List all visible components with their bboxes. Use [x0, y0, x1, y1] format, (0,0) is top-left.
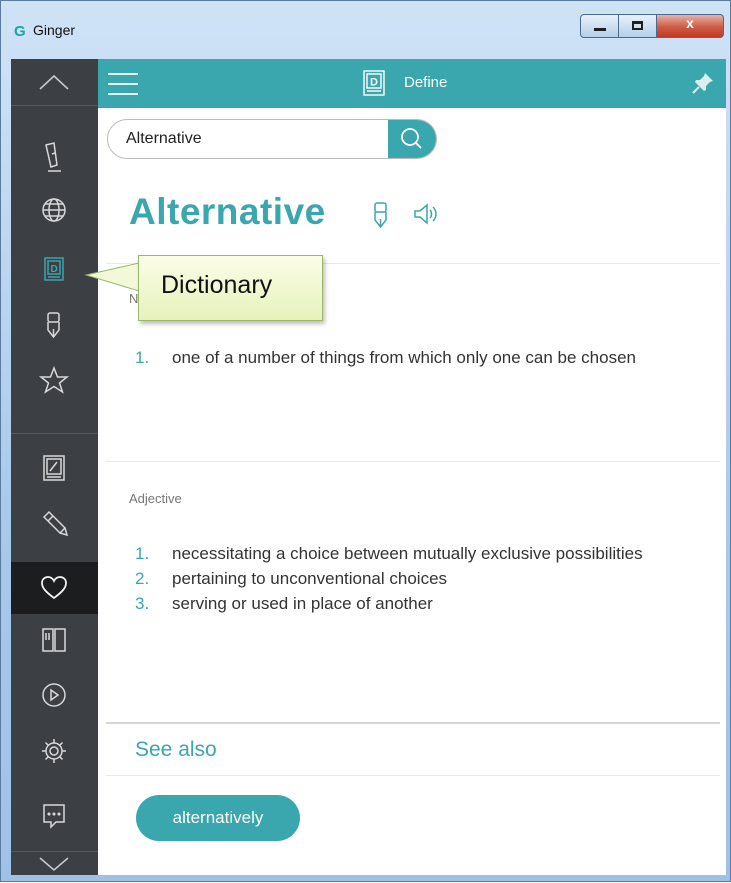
globe-icon	[42, 198, 66, 222]
definition-item: 2. pertaining to unconventional choices	[135, 569, 448, 588]
maximize-icon	[632, 21, 643, 30]
chat-icon	[43, 804, 65, 829]
sidebar-item-writing[interactable]	[11, 301, 98, 353]
search-box	[107, 119, 437, 159]
fountain-pen-icon	[47, 312, 60, 339]
main-panel: D Define Alternative Noun 1.one of a	[98, 59, 726, 875]
divider	[106, 461, 720, 462]
sidebar-item-book[interactable]	[11, 615, 98, 667]
title-bar[interactable]: G Ginger x	[1, 1, 731, 56]
part-of-speech: Adjective	[129, 491, 182, 506]
svg-text:D: D	[51, 264, 58, 275]
search-input[interactable]	[108, 120, 390, 158]
pin-icon[interactable]	[691, 71, 715, 95]
gear-icon	[42, 739, 66, 763]
notebook-icon	[43, 455, 65, 481]
speaker-icon[interactable]	[412, 201, 440, 227]
hamburger-icon[interactable]	[108, 73, 138, 95]
window-title: Ginger	[33, 22, 76, 38]
sidebar-separator	[11, 433, 98, 434]
pen-icon	[45, 142, 61, 172]
play-circle-icon	[42, 683, 66, 707]
tooltip-text: Dictionary	[161, 271, 273, 299]
sidebar-item-favorites[interactable]	[11, 355, 98, 407]
page-title: Define	[404, 74, 448, 91]
definition-list: 1. necessitating a choice between mutuall…	[135, 543, 695, 618]
sidebar-item-love[interactable]	[11, 562, 98, 614]
fountain-pen-icon[interactable]	[372, 201, 390, 229]
headword: Alternative	[129, 191, 326, 232]
definition-list: 1. one of a number of things from which o…	[135, 347, 695, 372]
sidebar-scroll-down[interactable]	[11, 851, 98, 876]
dictionary-icon: D	[44, 257, 64, 281]
open-book-icon	[42, 628, 66, 652]
sidebar-item-personal-book[interactable]	[11, 444, 98, 496]
minimize-button[interactable]	[580, 14, 619, 38]
window-frame: G Ginger x D D Define Alternative Altern…	[0, 0, 731, 882]
sidebar-item-video[interactable]	[11, 670, 98, 722]
chevron-up-icon	[39, 74, 69, 90]
define-icon: D	[363, 70, 385, 96]
sidebar-scroll-up[interactable]	[11, 59, 98, 106]
chevron-down-icon	[39, 857, 69, 872]
sidebar-item-feedback[interactable]	[11, 793, 98, 845]
definition-item: 3. serving or used in place of another	[135, 594, 433, 613]
minimize-icon	[594, 28, 606, 31]
definition-item: 1. one of a number of things from which o…	[135, 348, 637, 367]
close-icon: x	[686, 15, 694, 31]
ginger-logo-icon: G	[14, 23, 26, 40]
divider	[106, 722, 720, 724]
svg-text:D: D	[370, 77, 378, 89]
search-button[interactable]	[388, 120, 436, 158]
tooltip: Dictionary	[138, 255, 323, 321]
top-bar: D Define	[98, 59, 726, 108]
sidebar-item-trainer[interactable]	[11, 499, 98, 551]
definition-item: 1. necessitating a choice between mutuall…	[135, 544, 643, 563]
see-also-heading: See also	[135, 738, 217, 761]
star-icon	[38, 365, 70, 394]
search-icon	[401, 128, 422, 149]
divider	[106, 775, 720, 776]
heart-icon	[41, 576, 67, 600]
sidebar-item-settings[interactable]	[11, 725, 98, 777]
sidebar-item-translate[interactable]	[11, 184, 98, 236]
sidebar-item-dictionary[interactable]: D	[11, 244, 98, 296]
see-also-chip[interactable]: alternatively	[136, 795, 300, 841]
close-button[interactable]: x	[656, 14, 724, 38]
eraser-pen-icon	[42, 510, 69, 537]
maximize-button[interactable]	[618, 14, 657, 38]
sidebar-item-rephrase[interactable]	[11, 132, 98, 184]
sidebar: D	[11, 59, 98, 875]
